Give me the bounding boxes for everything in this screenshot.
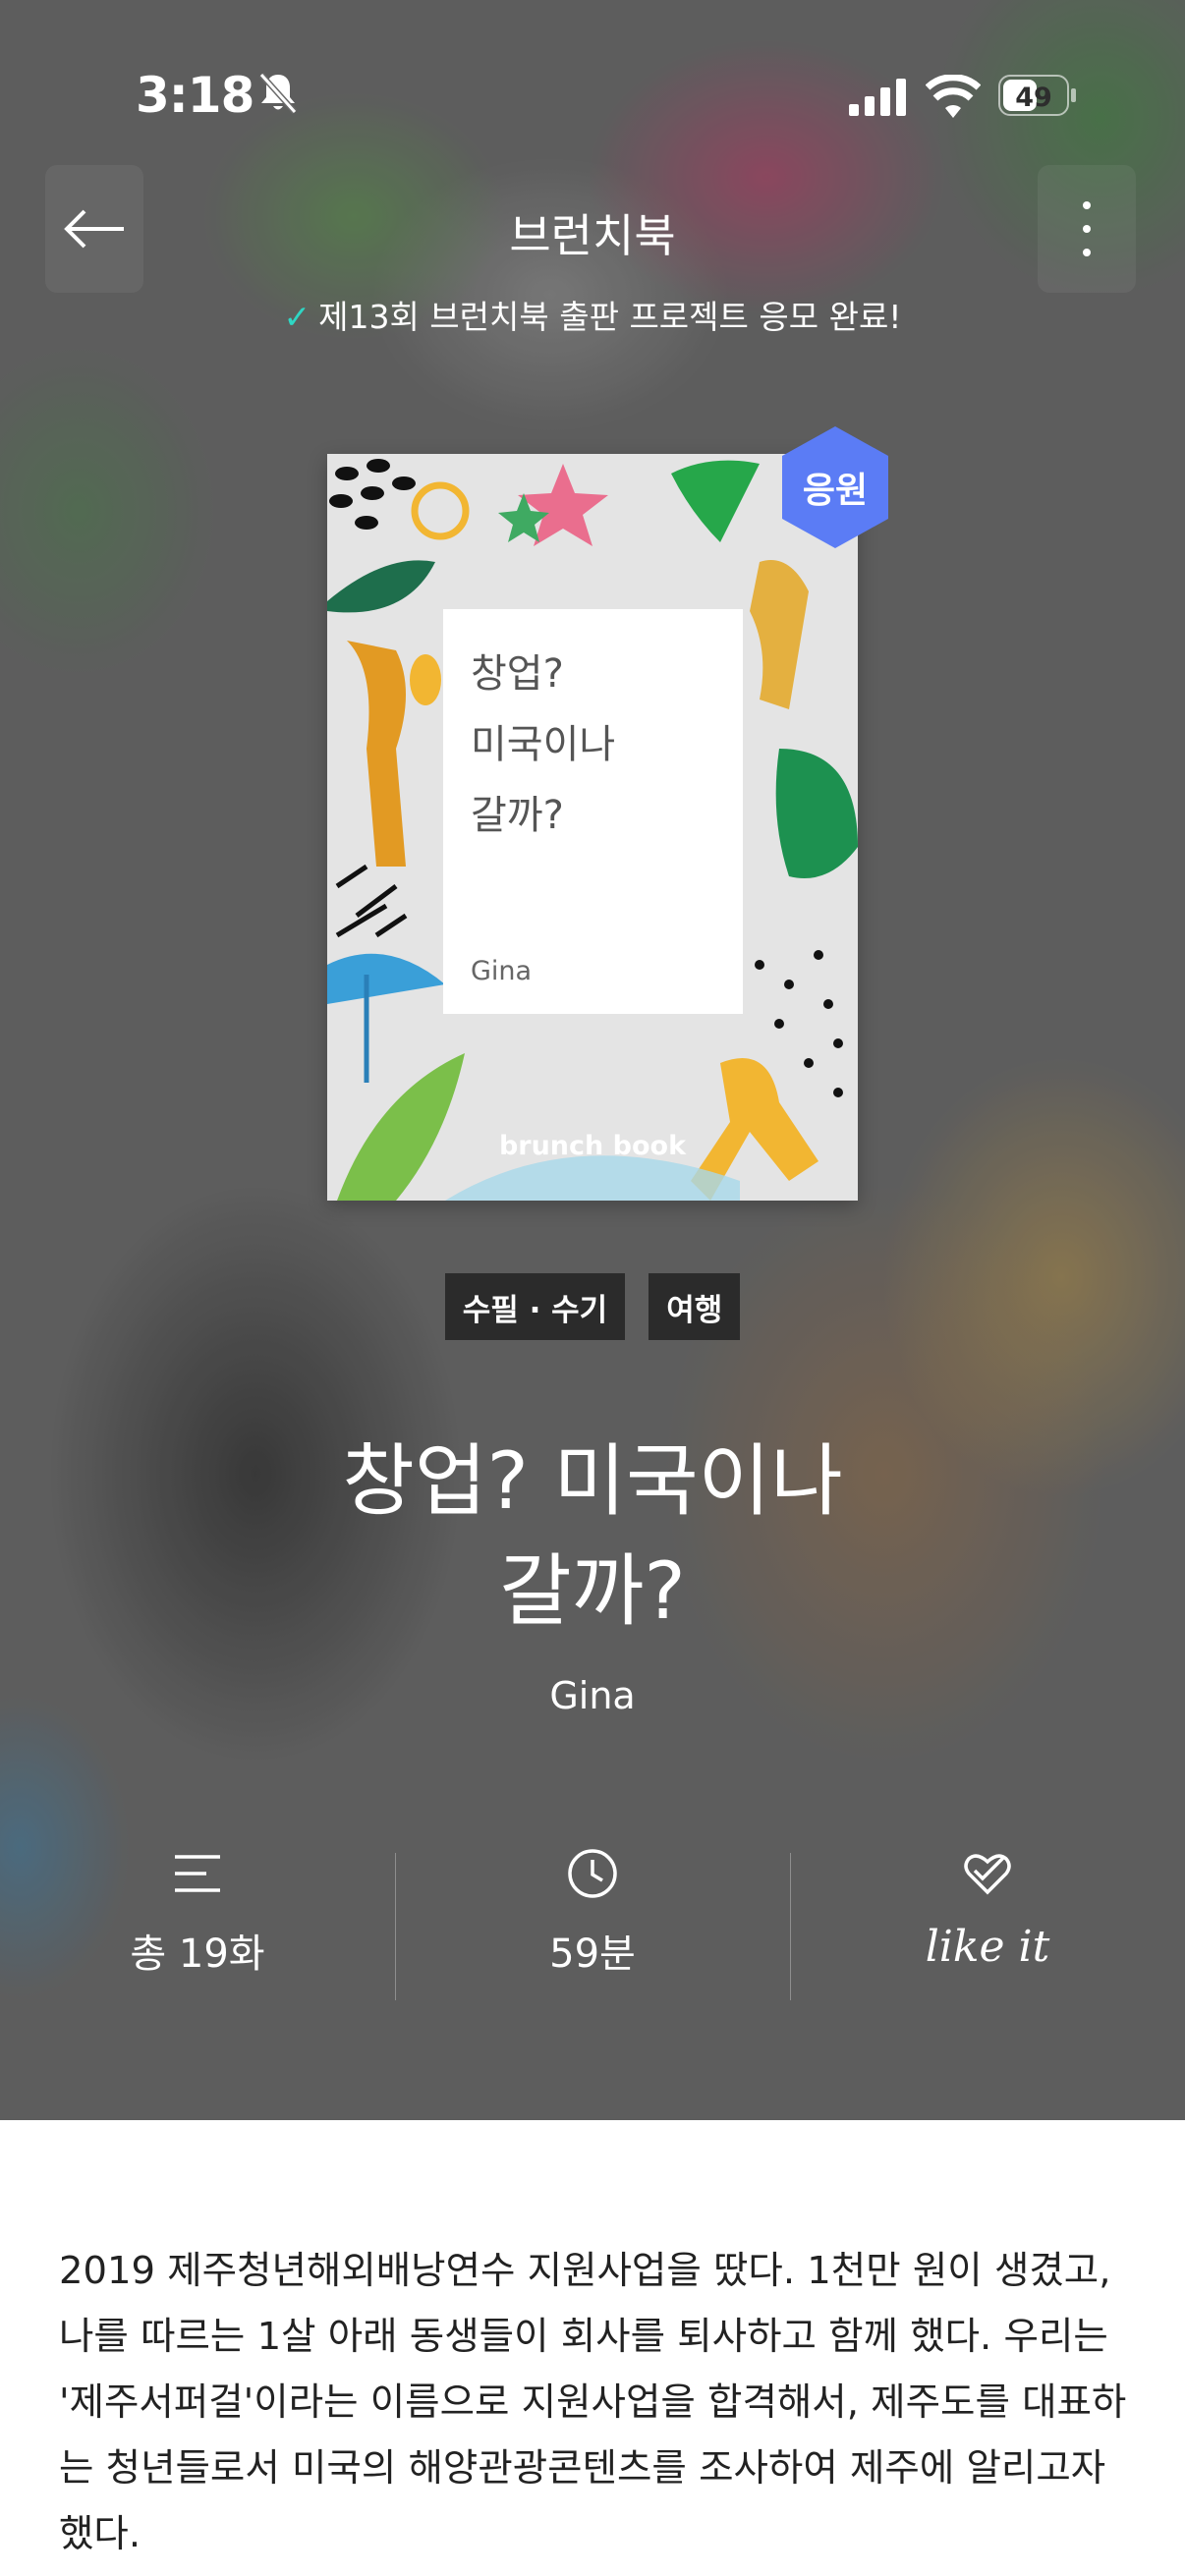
book-title: 창업? 미국이나 갈까? (342, 1435, 843, 1637)
badge-label: 응원 (802, 471, 869, 511)
like-stat[interactable]: like it (790, 1847, 1185, 2000)
submission-notice: ✓ 제13회 브런치북 출판 프로젝트 응모 완료! (0, 291, 1185, 338)
duration-stat: 59분 (395, 1847, 790, 2000)
wifi-icon (926, 75, 981, 118)
list-icon (175, 1855, 220, 1892)
cellular-signal-icon (849, 79, 906, 116)
battery-icon: 49 (998, 75, 1076, 116)
more-vertical-icon (1083, 201, 1091, 256)
check-icon: ✓ (283, 298, 311, 336)
cover-author: Gina (471, 956, 533, 986)
battery-level: 49 (1015, 83, 1052, 113)
notice-text: 제13회 브런치북 출판 프로젝트 응모 완료! (318, 298, 902, 336)
heart-icon (964, 1854, 1011, 1895)
page-title: 브런치북 (509, 209, 676, 262)
status-bar: 3:18 49 (0, 57, 1185, 136)
reading-time: 59분 (549, 1932, 636, 1977)
more-options-button[interactable] (1038, 165, 1136, 293)
tag-travel[interactable]: 여행 (649, 1273, 741, 1340)
cover-title: 창업? 미국이나 갈까? (471, 651, 616, 838)
cover-title-card: 창업? 미국이나 갈까? Gina (443, 609, 743, 1014)
episodes-stat[interactable]: 총 19화 (0, 1847, 395, 1994)
silent-bell-icon (258, 72, 298, 115)
like-it-label: like it (925, 1922, 1050, 1972)
episodes-count: 총 19화 (130, 1932, 265, 1977)
clock-icon (568, 1849, 617, 1898)
book-cover[interactable]: 창업? 미국이나 갈까? Gina brunch book (327, 454, 858, 1201)
status-time: 3:18 (136, 67, 254, 124)
book-stats: 총 19화 59분 like it (0, 1847, 1185, 2000)
book-description: 2019 제주청년해외배낭연수 지원사업을 땄다. 1천만 원이 생겼고, 나를… (59, 2249, 1127, 2556)
book-author[interactable]: Gina (0, 1674, 1185, 1717)
cover-brand: brunch book (498, 1131, 687, 1161)
category-tags: 수필 · 수기 여행 (0, 1273, 1185, 1340)
support-badge: 응원 (774, 424, 896, 550)
tag-essay[interactable]: 수필 · 수기 (444, 1273, 626, 1340)
top-navigation-bar: 브런치북 (0, 165, 1185, 293)
